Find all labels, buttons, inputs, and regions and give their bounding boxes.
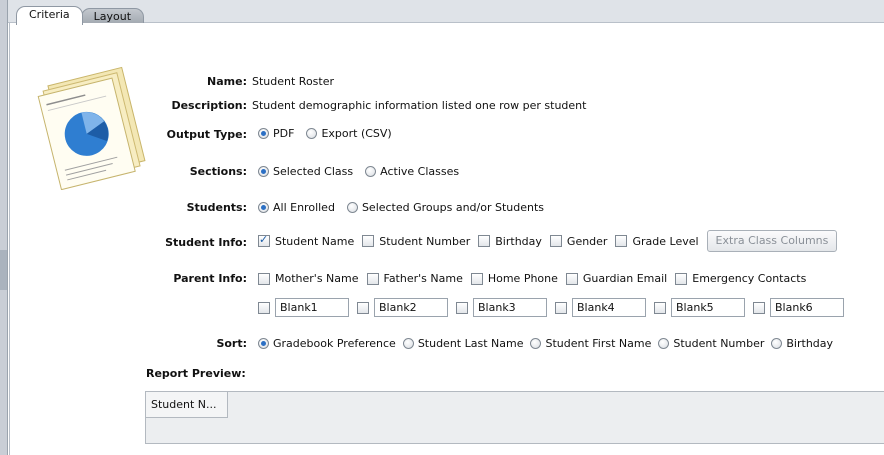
parent-info-home-phone[interactable]: Home Phone <box>470 272 558 285</box>
resize-notch[interactable] <box>0 250 7 290</box>
extra-class-columns-button[interactable]: Extra Class Columns <box>706 230 838 252</box>
student-info-birthday[interactable]: Birthday <box>478 235 542 248</box>
sections-options: Selected Class Active Classes <box>258 165 471 178</box>
name-label: Name: <box>207 75 247 88</box>
checkbox-icon[interactable] <box>456 301 468 314</box>
blank-2 <box>357 298 448 317</box>
checkbox-icon[interactable] <box>258 233 270 247</box>
student-info-student-number[interactable]: Student Number <box>362 235 470 248</box>
blank-6 <box>753 298 844 317</box>
checkbox-icon[interactable] <box>366 272 379 285</box>
report-preview-table: Student N... <box>145 391 884 444</box>
checkbox-icon[interactable] <box>362 235 375 247</box>
checkbox-icon[interactable] <box>654 301 666 314</box>
output-type-options: PDF Export (CSV) <box>258 127 404 140</box>
parent-info-emergency-contacts[interactable]: Emergency Contacts <box>675 272 806 285</box>
sections-label: Sections: <box>189 165 247 178</box>
blank-3 <box>456 298 547 317</box>
radio-icon[interactable] <box>258 338 269 349</box>
sort-gradebook-preference[interactable]: Gradebook Preference <box>258 337 396 350</box>
blank-2-input[interactable] <box>374 298 448 317</box>
window-left-edge <box>0 0 8 455</box>
preview-column-header[interactable]: Student N... <box>146 392 228 418</box>
students-label: Students: <box>186 201 247 214</box>
name-value: Student Roster <box>252 75 335 88</box>
radio-icon[interactable] <box>346 202 358 213</box>
radio-icon[interactable] <box>306 128 318 139</box>
sort-options: Gradebook Preference Student Last Name S… <box>258 337 833 350</box>
sections-active-classes[interactable]: Active Classes <box>365 165 459 178</box>
blank-4 <box>555 298 646 317</box>
student-info-grade-level[interactable]: Grade Level <box>615 235 699 248</box>
output-type-pdf[interactable]: PDF <box>258 127 294 140</box>
blank-1-input[interactable] <box>275 298 349 317</box>
radio-icon[interactable] <box>365 166 377 177</box>
parent-info-fathers-name[interactable]: Father's Name <box>366 272 463 285</box>
blank-4-input[interactable] <box>572 298 646 317</box>
description-value: Student demographic information listed o… <box>252 99 587 112</box>
checkbox-icon[interactable] <box>675 272 688 285</box>
blank-5-input[interactable] <box>671 298 745 317</box>
parent-info-options: Mother's Name Father's Name Home Phone G… <box>258 272 814 285</box>
sort-label: Sort: <box>216 337 247 350</box>
checkbox-icon[interactable] <box>470 272 483 285</box>
parent-info-label: Parent Info: <box>173 272 247 285</box>
checkbox-icon[interactable] <box>478 235 491 247</box>
report-preview-label: Report Preview: <box>146 367 246 380</box>
checkbox-icon[interactable] <box>549 235 562 247</box>
sort-student-number[interactable]: Student Number <box>658 337 764 350</box>
checkbox-icon[interactable] <box>753 301 765 314</box>
checkbox-icon[interactable] <box>258 301 270 314</box>
student-info-options: Student Name Student Number Birthday Gen… <box>258 230 838 252</box>
checkbox-icon[interactable] <box>357 301 369 314</box>
parent-info-mothers-name[interactable]: Mother's Name <box>258 272 359 285</box>
radio-icon[interactable] <box>658 338 670 349</box>
output-type-label: Output Type: <box>166 128 247 141</box>
radio-icon[interactable] <box>258 202 269 213</box>
sort-birthday[interactable]: Birthday <box>771 337 833 350</box>
students-all-enrolled[interactable]: All Enrolled <box>258 201 335 214</box>
output-type-csv[interactable]: Export (CSV) <box>306 127 392 140</box>
checkbox-icon[interactable] <box>565 272 578 285</box>
blank-6-input[interactable] <box>770 298 844 317</box>
parent-info-guardian-email[interactable]: Guardian Email <box>565 272 667 285</box>
students-options: All Enrolled Selected Groups and/or Stud… <box>258 201 556 214</box>
checkbox-icon[interactable] <box>258 272 270 285</box>
student-info-gender[interactable]: Gender <box>549 235 607 248</box>
checkbox-icon[interactable] <box>555 301 567 314</box>
student-info-label: Student Info: <box>165 236 247 249</box>
students-selected-groups[interactable]: Selected Groups and/or Students <box>346 201 544 214</box>
sections-selected-class[interactable]: Selected Class <box>258 165 353 178</box>
sort-student-last-name[interactable]: Student Last Name <box>402 337 523 350</box>
sort-student-first-name[interactable]: Student First Name <box>530 337 651 350</box>
radio-icon[interactable] <box>258 128 269 139</box>
tab-criteria[interactable]: Criteria <box>16 6 83 25</box>
radio-icon[interactable] <box>402 338 414 349</box>
blank-1 <box>258 298 349 317</box>
radio-icon[interactable] <box>530 338 542 349</box>
checkbox-icon[interactable] <box>615 235 628 247</box>
radio-icon[interactable] <box>258 166 269 177</box>
description-label: Description: <box>171 99 247 112</box>
radio-icon[interactable] <box>771 338 783 349</box>
blank-3-input[interactable] <box>473 298 547 317</box>
blank-columns <box>258 298 852 317</box>
student-info-student-name[interactable]: Student Name <box>258 233 354 248</box>
blank-5 <box>654 298 745 317</box>
